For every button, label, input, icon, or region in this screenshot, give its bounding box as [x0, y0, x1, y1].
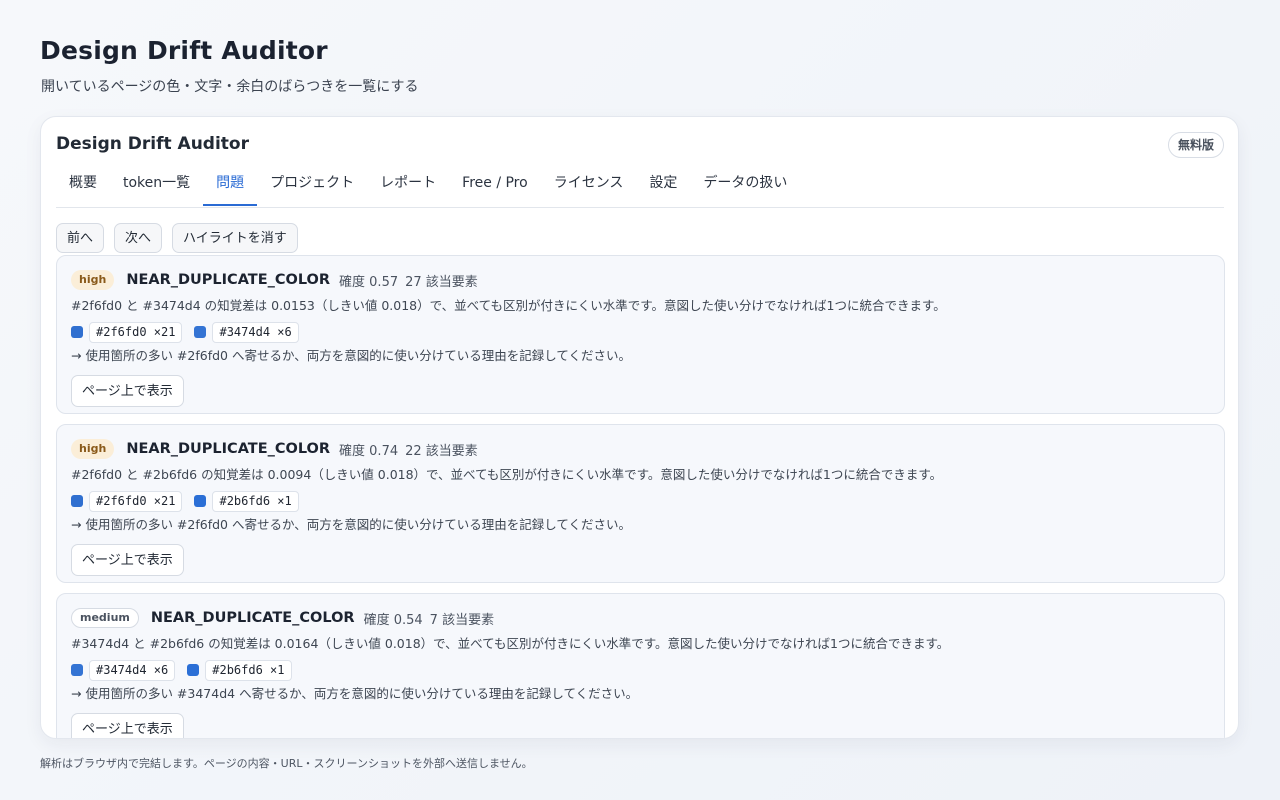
tab-projects[interactable]: プロジェクト: [257, 169, 367, 206]
color-swatch: [71, 495, 83, 507]
element-count: 7 該当要素: [429, 612, 495, 628]
plan-badge: 無料版: [1167, 132, 1224, 158]
next-button[interactable]: 次へ: [114, 223, 163, 253]
confidence: 確度 0.57: [339, 274, 399, 290]
tab-reports[interactable]: レポート: [367, 169, 449, 206]
tab-free-pro[interactable]: Free / Pro: [449, 169, 541, 206]
color-hex-chip: #3474d4 ×6: [212, 321, 299, 343]
tab-overview[interactable]: 概要: [56, 169, 110, 206]
color-hex-chip: #2f6fd0 ×21: [89, 490, 183, 512]
issue-toolbar: 前へ 次へ ハイライトを消す: [56, 223, 298, 253]
severity-badge: medium: [71, 608, 139, 628]
issue-description: #3474d4 と #2b6fd6 の知覚差は 0.0164（しきい値 0.01…: [71, 636, 950, 651]
color-swatch: [194, 326, 207, 338]
color-swatches: #2f6fd0 ×21 #2b6fd6 ×1: [71, 490, 1210, 512]
confidence: 確度 0.54: [363, 612, 423, 628]
tab-token-list[interactable]: token一覧: [110, 169, 203, 206]
color-swatches: #3474d4 ×6 #2b6fd6 ×1: [71, 659, 1210, 681]
element-count: 22 該当要素: [405, 443, 478, 459]
tab-issues[interactable]: 問題: [203, 169, 258, 206]
issue-card: medium NEAR_DUPLICATE_COLOR 確度 0.54 7 該当…: [56, 593, 1225, 738]
privacy-note: 解析はブラウザ内で完結します。ページの内容・URL・スクリーンショットを外部へ送…: [40, 757, 533, 770]
color-swatch: [71, 326, 83, 338]
show-on-page-button[interactable]: ページ上で表示: [71, 375, 184, 407]
tab-data-handling[interactable]: データの扱い: [690, 169, 800, 206]
color-hex-chip: #3474d4 ×6: [89, 659, 176, 681]
issue-suggestion: → 使用箇所の多い #2f6fd0 へ寄せるか、両方を意図的に使い分けている理由…: [71, 517, 631, 532]
color-hex-chip: #2b6fd6 ×1: [205, 659, 292, 681]
issue-list: high NEAR_DUPLICATE_COLOR 確度 0.57 27 該当要…: [56, 255, 1225, 738]
issue-code: NEAR_DUPLICATE_COLOR: [126, 272, 331, 288]
severity-badge: high: [71, 439, 115, 459]
confidence: 確度 0.74: [339, 443, 399, 459]
tab-license[interactable]: ライセンス: [541, 169, 637, 206]
color-swatch: [187, 664, 200, 676]
color-swatch: [194, 495, 207, 507]
color-swatch: [71, 664, 83, 676]
issue-suggestion: → 使用箇所の多い #3474d4 へ寄せるか、両方を意図的に使い分けている理由…: [71, 686, 639, 701]
color-hex-chip: #2f6fd0 ×21: [89, 321, 183, 343]
color-hex-chip: #2b6fd6 ×1: [212, 490, 299, 512]
page-title: Design Drift Auditor: [40, 36, 328, 65]
prev-button[interactable]: 前へ: [56, 223, 105, 253]
issue-code: NEAR_DUPLICATE_COLOR: [150, 610, 355, 626]
show-on-page-button[interactable]: ページ上で表示: [71, 544, 184, 576]
element-count: 27 該当要素: [405, 274, 478, 290]
panel-title: Design Drift Auditor: [56, 134, 249, 154]
tab-bar: 概要 token一覧 問題 プロジェクト レポート Free / Pro ライセ…: [56, 169, 1224, 208]
show-on-page-button[interactable]: ページ上で表示: [71, 713, 184, 738]
color-swatches: #2f6fd0 ×21 #3474d4 ×6: [71, 321, 1210, 343]
page-subtitle: 開いているページの色・文字・余白のばらつきを一覧にする: [41, 79, 419, 95]
clear-highlight-button[interactable]: ハイライトを消す: [172, 223, 298, 253]
issue-description: #2f6fd0 と #2b6fd6 の知覚差は 0.0094（しきい値 0.01…: [71, 467, 943, 482]
auditor-panel: Design Drift Auditor 無料版 概要 token一覧 問題 プ…: [40, 116, 1239, 739]
tab-settings[interactable]: 設定: [636, 169, 690, 206]
issue-suggestion: → 使用箇所の多い #2f6fd0 へ寄せるか、両方を意図的に使い分けている理由…: [71, 348, 631, 363]
issue-description: #2f6fd0 と #3474d4 の知覚差は 0.0153（しきい値 0.01…: [71, 298, 946, 313]
issue-card: high NEAR_DUPLICATE_COLOR 確度 0.74 22 該当要…: [56, 424, 1225, 583]
issue-card: high NEAR_DUPLICATE_COLOR 確度 0.57 27 該当要…: [56, 255, 1225, 414]
severity-badge: high: [71, 270, 115, 290]
issue-code: NEAR_DUPLICATE_COLOR: [126, 441, 331, 457]
